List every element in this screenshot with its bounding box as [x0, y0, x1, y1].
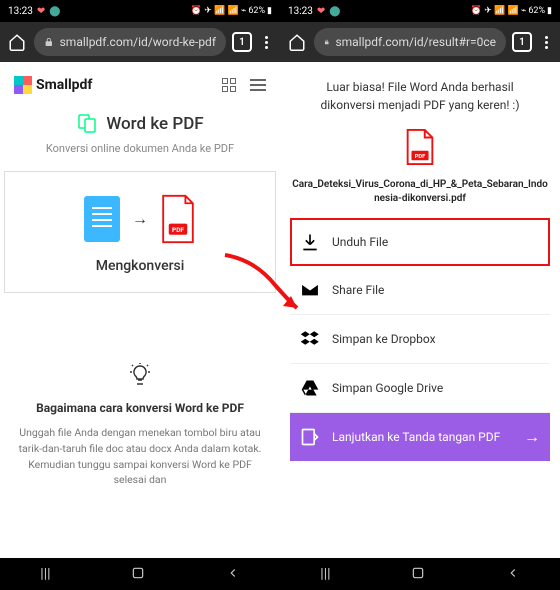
- browser-menu-icon[interactable]: [258, 36, 274, 49]
- recent-apps-button[interactable]: |||: [40, 566, 50, 582]
- tab-count[interactable]: 1: [232, 32, 252, 52]
- left-screen: 13:23❤⬤ ⏰ ✈ 📶 📶 ⌁ 62% ▮ smallpdf.com/id/…: [0, 0, 280, 590]
- browser-bar: smallpdf.com/id/result#r=0ce 1: [280, 22, 560, 62]
- arrow-right-icon: →: [524, 427, 540, 447]
- gdrive-icon: [300, 378, 320, 398]
- word-to-pdf-icon: [76, 112, 100, 136]
- logo[interactable]: Smallpdf: [14, 76, 92, 94]
- svg-text:PDF: PDF: [172, 226, 184, 234]
- hint-text: Unggah file Anda dengan menekan tombol b…: [18, 425, 262, 488]
- apps-icon[interactable]: [222, 78, 236, 92]
- url-bar[interactable]: smallpdf.com/id/result#r=0ce: [314, 28, 506, 56]
- download-button[interactable]: Unduh File: [290, 218, 550, 266]
- share-button[interactable]: Share File: [290, 266, 550, 315]
- brand-header: Smallpdf: [0, 62, 280, 108]
- status-bar: 13:23❤⬤ ⏰ ✈ 📶 📶 ⌁ 62% ▮: [280, 0, 560, 22]
- dropbox-icon: [300, 329, 320, 349]
- mail-icon: [300, 280, 320, 300]
- url-bar[interactable]: smallpdf.com/id/word-ke-pdf: [34, 28, 226, 56]
- menu-icon[interactable]: [250, 79, 266, 91]
- gdrive-button[interactable]: Simpan Google Drive: [290, 364, 550, 413]
- android-nav: |||: [0, 558, 280, 590]
- home-icon[interactable]: [6, 31, 28, 53]
- recent-apps-button[interactable]: |||: [320, 566, 330, 582]
- page-title: Word ke PDF: [106, 114, 203, 134]
- doc-source-icon: [82, 194, 122, 244]
- arrow-right-icon: →: [132, 209, 148, 229]
- sign-pdf-button[interactable]: Lanjutkan ke Tanda tangan PDF →: [290, 413, 550, 461]
- success-message: Luar biasa! File Word Anda berhasil diko…: [280, 62, 560, 124]
- pdf-file-icon: PDF: [404, 128, 436, 166]
- doc-pdf-icon: PDF: [158, 194, 198, 244]
- home-icon[interactable]: [286, 31, 308, 53]
- back-button[interactable]: [506, 565, 520, 584]
- android-nav: |||: [280, 558, 560, 590]
- file-name: Cara_Deteksi_Virus_Corona_di_HP_&_Peta_S…: [292, 178, 548, 206]
- file-preview: PDF Cara_Deteksi_Virus_Corona_di_HP_&_Pe…: [280, 124, 560, 218]
- status-time: 13:23: [8, 6, 33, 17]
- converting-label: Mengkonversi: [15, 258, 265, 274]
- tab-count[interactable]: 1: [512, 32, 532, 52]
- browser-menu-icon[interactable]: [538, 36, 554, 49]
- sign-icon: [300, 427, 320, 447]
- home-button[interactable]: [131, 565, 145, 584]
- conversion-card: → PDF Mengkonversi: [4, 171, 276, 293]
- page-subtitle: Konversi online dokumen Anda ke PDF: [14, 142, 266, 155]
- hint-title: Bagaimana cara konversi Word ke PDF: [18, 401, 262, 415]
- home-button[interactable]: [411, 565, 425, 584]
- download-icon: [300, 232, 320, 252]
- right-screen: 13:23❤⬤ ⏰ ✈ 📶 📶 ⌁ 62% ▮ smallpdf.com/id/…: [280, 0, 560, 590]
- back-button[interactable]: [226, 565, 240, 584]
- browser-bar: smallpdf.com/id/word-ke-pdf 1: [0, 22, 280, 62]
- dropbox-button[interactable]: Simpan ke Dropbox: [290, 315, 550, 364]
- svg-text:PDF: PDF: [415, 154, 425, 160]
- status-bar: 13:23❤⬤ ⏰ ✈ 📶 📶 ⌁ 62% ▮: [0, 0, 280, 22]
- lightbulb-icon: [128, 363, 152, 387]
